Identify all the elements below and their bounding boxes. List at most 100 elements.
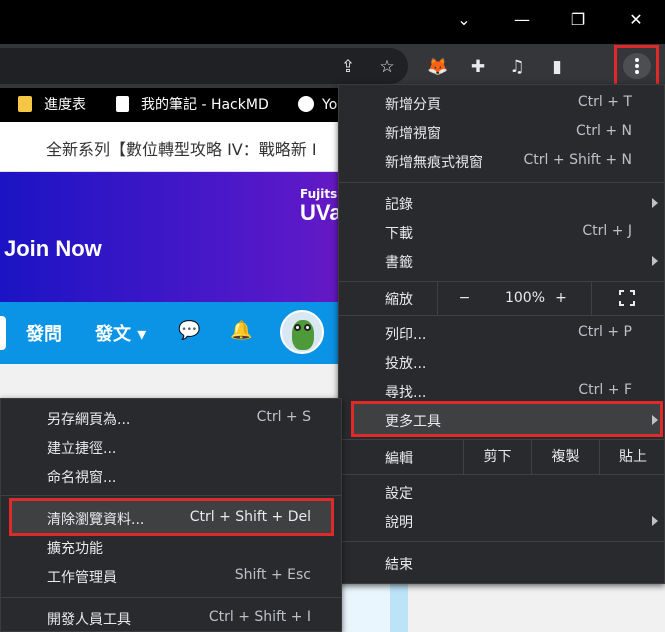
more-tools-submenu: 另存網頁為... Ctrl + S 建立捷徑... 命名視窗... 清除瀏覽資料…	[0, 398, 342, 632]
side-panel-icon[interactable]: ▮	[544, 54, 570, 80]
menu-item-exit[interactable]: 結束	[339, 549, 664, 578]
menu-shortcut: Shift + Esc	[234, 567, 311, 583]
close-button[interactable]: ✕	[616, 8, 656, 32]
avatar-eye	[294, 324, 301, 331]
fullscreen-button[interactable]	[591, 281, 665, 315]
bookmark-item[interactable]: 進度表	[18, 88, 86, 122]
menu-divider	[1, 597, 341, 598]
nav-ask-link[interactable]: 發問	[26, 320, 62, 346]
kebab-dot	[635, 58, 639, 62]
nav-post-dropdown[interactable]: 發文 ▾	[95, 320, 146, 346]
menu-divider	[339, 182, 664, 183]
chat-icon[interactable]: 💬	[178, 320, 200, 341]
menu-label: 工作管理員	[47, 570, 117, 586]
menu-label: 尋找...	[385, 385, 427, 401]
menu-shortcut: Ctrl + N	[575, 123, 632, 139]
menu-divider	[339, 541, 664, 542]
menu-item-print[interactable]: 列印... Ctrl + P	[339, 319, 664, 348]
cut-button[interactable]: 剪下	[463, 440, 531, 474]
menu-shortcut: Ctrl + Shift + N	[523, 152, 632, 168]
paste-button[interactable]: 貼上	[599, 440, 665, 474]
bookmark-label: Yo	[322, 97, 338, 113]
menu-label: 擴充功能	[47, 541, 103, 557]
nav-search-edge[interactable]	[0, 316, 6, 350]
menu-item-task-manager[interactable]: 工作管理員 Shift + Esc	[1, 562, 341, 591]
folder-icon	[18, 96, 32, 112]
fullscreen-icon	[619, 290, 635, 306]
menu-label: 下載	[385, 226, 413, 242]
menu-item-incognito[interactable]: 新增無痕式視窗 Ctrl + Shift + N	[339, 147, 664, 176]
bookmark-star-icon[interactable]: ☆	[374, 54, 400, 80]
menu-shortcut: Ctrl + T	[577, 94, 632, 110]
menu-divider	[1, 495, 341, 496]
metamask-extension-icon[interactable]: 🦊	[425, 54, 451, 80]
menu-zoom-row: 縮放 − 100% +	[339, 281, 664, 315]
menu-item-dev-tools[interactable]: 開發人員工具 Ctrl + Shift + I	[1, 604, 341, 632]
menu-label: 縮放	[385, 292, 413, 308]
bookmark-label: 我的筆記 - HackMD	[141, 97, 269, 113]
menu-label: 編輯	[385, 451, 413, 467]
content-card	[340, 584, 390, 632]
menu-label: 書籤	[385, 255, 413, 271]
browser-toolbar: ⇪ ☆ 🦊 ✚ ♫ ▮	[0, 44, 665, 88]
bookmark-item[interactable]: 我的筆記 - HackMD	[116, 88, 269, 122]
minimize-button[interactable]: —	[502, 8, 542, 32]
menu-item-cast[interactable]: 投放...	[339, 348, 664, 377]
menu-item-help[interactable]: 說明	[339, 507, 664, 536]
menu-item-extensions[interactable]: 擴充功能	[1, 533, 341, 562]
bookmark-label: 進度表	[44, 97, 86, 113]
extensions-puzzle-icon[interactable]: ✚	[465, 54, 491, 80]
share-icon[interactable]: ⇪	[335, 54, 361, 80]
media-playlist-icon[interactable]: ♫	[504, 54, 530, 80]
menu-item-create-shortcut[interactable]: 建立捷徑...	[1, 433, 341, 462]
menu-label: 設定	[385, 486, 413, 502]
menu-label: 新增視窗	[385, 126, 441, 142]
menu-label: 開發人員工具	[47, 612, 131, 628]
brand-text-large: UVa	[300, 200, 342, 225]
menu-divider	[339, 474, 664, 475]
menu-item-new-window[interactable]: 新增視窗 Ctrl + N	[339, 118, 664, 147]
menu-label: 新增分頁	[385, 97, 441, 113]
github-icon	[298, 96, 314, 112]
copy-button[interactable]: 複製	[531, 440, 599, 474]
kebab-menu-icon[interactable]	[623, 53, 651, 79]
menu-item-settings[interactable]: 設定	[339, 478, 664, 507]
restore-button[interactable]: ❐	[558, 8, 598, 32]
kebab-dot	[635, 70, 639, 74]
menu-label: 列印...	[385, 327, 427, 343]
chrome-main-menu: 新增分頁 Ctrl + T 新增視窗 Ctrl + N 新增無痕式視窗 Ctrl…	[338, 84, 665, 584]
join-now-text: Join Now	[4, 236, 102, 261]
zoom-out-button[interactable]: −	[437, 281, 491, 315]
tab-search-icon[interactable]: ⌄	[444, 8, 484, 32]
menu-edit-row: 編輯 剪下 複製 貼上	[339, 440, 664, 474]
menu-divider	[339, 315, 664, 316]
menu-shortcut: Ctrl + J	[582, 223, 632, 239]
menu-item-history[interactable]: 記錄	[339, 189, 664, 218]
menu-shortcut: Ctrl + Shift + I	[208, 609, 311, 625]
menu-item-downloads[interactable]: 下載 Ctrl + J	[339, 218, 664, 247]
avatar[interactable]	[280, 310, 324, 354]
announcement-text: 全新系列【數位轉型攻略 IV：戰略新 I	[46, 140, 317, 159]
menu-item-save-page[interactable]: 另存網頁為... Ctrl + S	[1, 404, 341, 433]
bell-icon[interactable]: 🔔	[230, 320, 252, 341]
window-title-bar: ⌄ — ❐ ✕	[0, 0, 665, 44]
menu-item-new-tab[interactable]: 新增分頁 Ctrl + T	[339, 89, 664, 118]
menu-button-highlight	[614, 45, 659, 87]
menu-item-name-window[interactable]: 命名視窗...	[1, 462, 341, 491]
submenu-arrow-icon	[652, 516, 658, 526]
menu-shortcut: Ctrl + S	[256, 409, 311, 425]
menu-label: 建立捷徑...	[47, 441, 117, 457]
menu-label: 說明	[385, 515, 413, 531]
clear-data-highlight	[9, 498, 334, 536]
menu-label: 另存網頁為...	[47, 412, 131, 428]
menu-label: 結束	[385, 557, 413, 573]
kebab-dot	[635, 64, 639, 68]
bookmark-item[interactable]: Yo	[298, 88, 337, 122]
menu-item-bookmarks[interactable]: 書籤	[339, 247, 664, 276]
menu-label: 命名視窗...	[47, 470, 117, 486]
zoom-in-button[interactable]: +	[539, 281, 583, 315]
avatar-eye	[304, 324, 311, 331]
more-tools-highlight	[351, 401, 663, 437]
menu-label: 投放...	[385, 356, 427, 372]
menu-shortcut: Ctrl + F	[578, 382, 632, 398]
